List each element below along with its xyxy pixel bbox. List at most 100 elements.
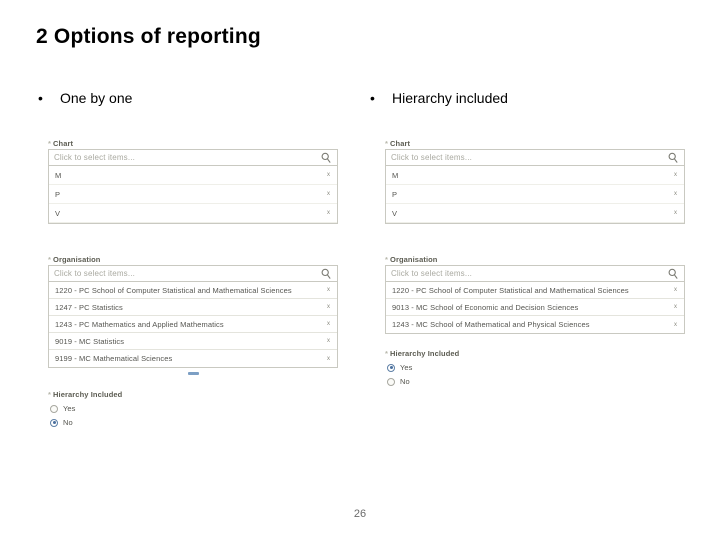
list-item[interactable]: 1243 - MC School of Mathematical and Phy… <box>386 316 684 333</box>
radio-icon-yes[interactable] <box>50 404 58 413</box>
radio-icon-no[interactable] <box>50 418 58 427</box>
chart-field-group: * Chart Click to select items... M x P x … <box>385 138 685 224</box>
chart-label-text: Chart <box>53 139 74 148</box>
chart-field-group: * Chart Click to select items... M x P x … <box>48 138 338 224</box>
remove-icon[interactable]: x <box>327 356 337 362</box>
list-item[interactable]: 1220 - PC School of Computer Statistical… <box>386 282 684 299</box>
chart-field-label: * Chart <box>385 138 685 149</box>
remove-icon[interactable]: x <box>674 322 684 328</box>
chart-select-input[interactable]: Click to select items... <box>385 149 685 166</box>
hierarchy-radio-no[interactable]: No <box>385 375 685 388</box>
remove-icon[interactable]: x <box>327 191 337 197</box>
bullet-dot-icon: • <box>38 90 43 106</box>
list-item-label: 9019 - MC Statistics <box>55 336 125 346</box>
remove-icon[interactable]: x <box>674 287 684 293</box>
organisation-selected-list: 1220 - PC School of Computer Statistical… <box>48 282 338 368</box>
bullet-one-by-one: • One by one <box>38 90 132 106</box>
remove-icon[interactable]: x <box>674 191 684 197</box>
list-item[interactable]: 9019 - MC Statistics x <box>49 333 337 350</box>
required-asterisk-icon: * <box>385 349 389 358</box>
hierarchy-radio-yes-label: Yes <box>63 404 76 413</box>
organisation-input-placeholder: Click to select items... <box>391 269 472 278</box>
list-item[interactable]: 9013 - MC School of Economic and Decisio… <box>386 299 684 316</box>
page-title: 2 Options of reporting <box>36 25 261 48</box>
remove-icon[interactable]: x <box>327 304 337 310</box>
list-item[interactable]: P x <box>386 185 684 204</box>
list-item-label: V <box>392 208 398 218</box>
hierarchy-radio-yes[interactable]: Yes <box>48 402 338 415</box>
list-item[interactable]: 1243 - PC Mathematics and Applied Mathem… <box>49 316 337 333</box>
list-item[interactable]: 1247 - PC Statistics x <box>49 299 337 316</box>
hierarchy-field-group: * Hierarchy Included Yes No <box>48 389 338 429</box>
remove-icon[interactable]: x <box>674 172 684 178</box>
screenshot-panel-hierarchy-included: * Chart Click to select items... M x P x … <box>385 138 685 388</box>
remove-icon[interactable]: x <box>327 172 337 178</box>
remove-icon[interactable]: x <box>327 210 337 216</box>
hierarchy-radio-no-label: No <box>400 377 410 386</box>
chart-field-label: * Chart <box>48 138 338 149</box>
bullet-left-label: One by one <box>60 90 133 106</box>
organisation-input-placeholder: Click to select items... <box>54 269 135 278</box>
list-item-label: V <box>55 208 61 218</box>
list-item[interactable]: V x <box>386 204 684 223</box>
hierarchy-radio-group: Yes No <box>48 402 338 429</box>
hierarchy-radio-yes-label: Yes <box>400 363 413 372</box>
list-resize-handle[interactable] <box>187 372 199 375</box>
organisation-field-group: * Organisation Click to select items... 1… <box>48 254 338 375</box>
hierarchy-radio-yes[interactable]: Yes <box>385 361 685 374</box>
list-item-label: 9013 - MC School of Economic and Decisio… <box>392 302 579 312</box>
remove-icon[interactable]: x <box>327 321 337 327</box>
organisation-select-input[interactable]: Click to select items... <box>48 265 338 282</box>
organisation-select-input[interactable]: Click to select items... <box>385 265 685 282</box>
chart-selected-list: M x P x V x <box>385 166 685 224</box>
chart-select-input[interactable]: Click to select items... <box>48 149 338 166</box>
list-item-label: P <box>392 189 398 199</box>
radio-icon-no[interactable] <box>387 377 395 386</box>
remove-icon[interactable]: x <box>674 210 684 216</box>
page-number: 26 <box>353 508 367 520</box>
organisation-selected-list: 1220 - PC School of Computer Statistical… <box>385 282 685 334</box>
hierarchy-label-text: Hierarchy Included <box>390 349 460 358</box>
list-item-label: M <box>392 170 399 180</box>
hierarchy-field-group: * Hierarchy Included Yes No <box>385 348 685 388</box>
hierarchy-field-label: * Hierarchy Included <box>385 348 685 359</box>
remove-icon[interactable]: x <box>327 287 337 293</box>
search-icon[interactable] <box>666 267 680 281</box>
required-asterisk-icon: * <box>385 255 389 264</box>
list-item-label: 1243 - MC School of Mathematical and Phy… <box>392 320 590 329</box>
list-item[interactable]: M x <box>49 166 337 185</box>
list-item[interactable]: 9199 - MC Mathematical Sciences x <box>49 350 337 367</box>
hierarchy-radio-no[interactable]: No <box>48 416 338 429</box>
organisation-label-text: Organisation <box>390 255 438 264</box>
search-icon[interactable] <box>319 267 333 281</box>
required-asterisk-icon: * <box>385 139 389 148</box>
list-item-label: 1247 - PC Statistics <box>55 302 123 312</box>
radio-icon-yes[interactable] <box>387 363 395 372</box>
list-item[interactable]: V x <box>49 204 337 223</box>
chart-selected-list: M x P x V x <box>48 166 338 224</box>
list-item[interactable]: M x <box>386 166 684 185</box>
organisation-field-group: * Organisation Click to select items... 1… <box>385 254 685 334</box>
chart-label-text: Chart <box>390 139 411 148</box>
search-icon[interactable] <box>666 151 680 165</box>
list-item-label: 1220 - PC School of Computer Statistical… <box>392 285 629 295</box>
list-item-label: P <box>55 189 61 199</box>
remove-icon[interactable]: x <box>674 304 684 310</box>
list-item[interactable]: P x <box>49 185 337 204</box>
list-item-label: M <box>55 170 62 180</box>
list-item-label: 1243 - PC Mathematics and Applied Mathem… <box>55 319 224 329</box>
list-item-label: 9199 - MC Mathematical Sciences <box>55 354 173 363</box>
list-item-label: 1220 - PC School of Computer Statistical… <box>55 285 292 295</box>
bullet-dot-icon: • <box>370 90 375 106</box>
remove-icon[interactable]: x <box>327 338 337 344</box>
screenshot-panel-one-by-one: * Chart Click to select items... M x P x … <box>48 138 338 429</box>
search-icon[interactable] <box>319 151 333 165</box>
list-item[interactable]: 1220 - PC School of Computer Statistical… <box>49 282 337 299</box>
required-asterisk-icon: * <box>48 255 52 264</box>
bullet-hierarchy-included: • Hierarchy included <box>370 90 508 106</box>
required-asterisk-icon: * <box>48 139 52 148</box>
